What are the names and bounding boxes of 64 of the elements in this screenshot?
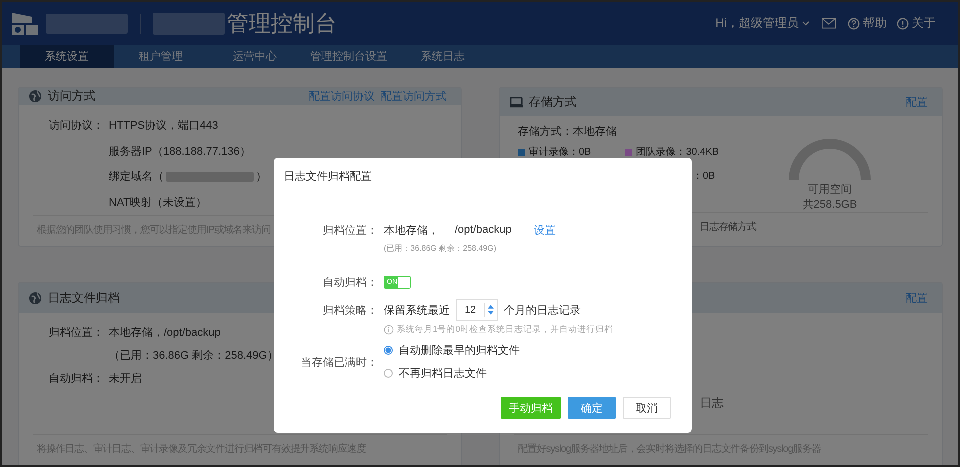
field-label: 归档策略： xyxy=(322,304,378,318)
logo-icon xyxy=(10,10,40,36)
caret-icon xyxy=(802,21,810,26)
field-value: 个月的日志记录 xyxy=(504,304,581,318)
mail-icon[interactable] xyxy=(822,18,836,29)
panel-title: 访问方式 xyxy=(48,88,96,105)
gauge-label: 可用空间 xyxy=(808,182,852,197)
gauge-total: 共258.5GB xyxy=(802,198,858,212)
user-menu[interactable]: Hi，超级管理员 xyxy=(716,15,799,32)
radio-button[interactable] xyxy=(384,346,393,355)
config-link[interactable]: 配置访问方式 xyxy=(381,89,447,104)
field-label: 访问协议： xyxy=(49,118,105,134)
radio-button[interactable] xyxy=(384,369,393,378)
nav-tab[interactable]: 系统日志 xyxy=(396,45,490,68)
field-value: 未开启 xyxy=(109,372,142,386)
field-label: 当存储已满时： xyxy=(300,356,378,370)
field-value: （已用：36.86G 剩余：258.49G） xyxy=(109,349,278,363)
nav-tab[interactable]: 运营中心 xyxy=(208,45,302,68)
field-label: 归档位置： xyxy=(322,224,378,238)
down-arrow-icon[interactable] xyxy=(488,311,494,315)
dialog-title: 日志文件归档配置 xyxy=(283,170,372,184)
field-value: NAT映射（未设置） xyxy=(109,196,208,210)
field-value: 本地存储，/opt/backup xyxy=(109,326,221,340)
field-value: 服务器IP（188.188.77.136） xyxy=(109,144,251,159)
help-icon[interactable] xyxy=(848,18,860,30)
field-label: 自动归档： xyxy=(49,372,105,386)
app-title: 管理控制台 xyxy=(227,10,337,38)
help-link[interactable]: 帮助 xyxy=(863,15,887,32)
up-arrow-icon[interactable] xyxy=(488,305,494,309)
panel-title: 日志文件归档 xyxy=(48,290,120,306)
field-value: ） xyxy=(256,170,267,184)
legend-label: ：0B xyxy=(693,170,716,183)
globe-icon xyxy=(29,292,42,304)
legend-label: 团队录像：30.4KB xyxy=(636,146,720,159)
config-link[interactable]: 配置访问协议 xyxy=(309,89,375,104)
field-value: 日志 xyxy=(700,395,725,412)
config-link[interactable]: 配置 xyxy=(906,290,928,306)
hint-text: 系统每月1号的0时检查系统日志记录，并自动进行归档 xyxy=(397,324,614,336)
radio-label[interactable]: 不再归档日志文件 xyxy=(399,366,487,381)
field-value: 绑定域名（ xyxy=(109,170,164,184)
dialog-button[interactable]: 取消 xyxy=(623,397,671,419)
nav-tab[interactable]: 租户管理 xyxy=(114,45,208,68)
radio-label[interactable]: 自动删除最早的归档文件 xyxy=(399,343,520,358)
nav-tab[interactable]: 系统设置 xyxy=(20,45,114,68)
legend-label: 审计录像：0B xyxy=(529,146,592,159)
redacted-block xyxy=(153,12,225,34)
info-icon xyxy=(384,325,394,335)
field-value: /opt/backup xyxy=(455,224,512,236)
number-field[interactable]: 12 xyxy=(456,299,498,321)
panel-title: 存储方式 xyxy=(529,94,577,110)
storage-mode: 存储方式：本地存储 xyxy=(518,124,618,139)
dialog-button[interactable]: 确定 xyxy=(568,397,616,419)
settings-link[interactable]: 设置 xyxy=(534,222,556,238)
about-link[interactable]: 关于 xyxy=(912,15,936,32)
field-label: 归档位置： xyxy=(49,326,105,340)
drive-icon xyxy=(510,96,523,108)
field-value: 保留系统最近 xyxy=(384,304,450,318)
nav-tab[interactable]: 管理控制台设置 xyxy=(302,45,396,68)
field-value: HTTPS协议，端口443 xyxy=(109,119,218,134)
field-value: 本地存储， xyxy=(384,224,439,238)
info-icon[interactable] xyxy=(897,18,909,30)
dialog-button[interactable]: 手动归档 xyxy=(501,397,561,419)
config-link[interactable]: 配置 xyxy=(906,94,928,110)
field-label: 自动归档： xyxy=(322,276,378,290)
